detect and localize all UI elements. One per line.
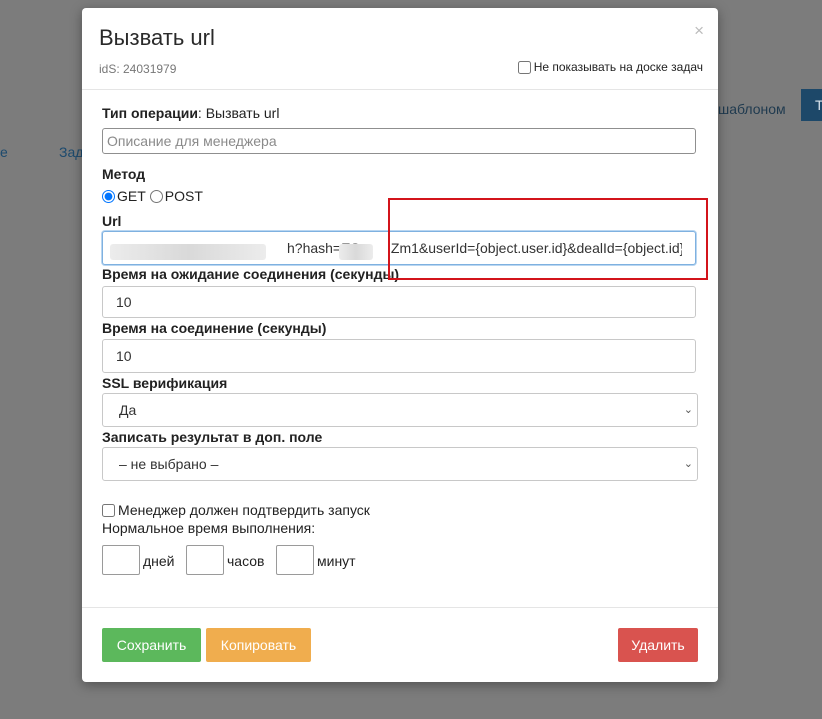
task-id: idS: 24031979 bbox=[99, 62, 177, 76]
modal-title: Вызвать url bbox=[99, 25, 215, 50]
days-input[interactable] bbox=[102, 545, 140, 575]
save-button[interactable]: Сохранить bbox=[102, 628, 201, 662]
write-result-label: Записать результат в доп. поле bbox=[102, 429, 323, 445]
minutes-label: минут bbox=[317, 553, 356, 569]
method-get-option[interactable]: GET bbox=[102, 188, 146, 204]
method-get-radio[interactable] bbox=[102, 189, 115, 203]
url-redacted-part bbox=[110, 244, 266, 260]
background-tab: Зад bbox=[59, 144, 84, 160]
chevron-down-icon: ⌄ bbox=[683, 404, 693, 416]
ssl-verify-label: SSL верификация bbox=[102, 375, 228, 391]
hours-label: часов bbox=[227, 553, 265, 569]
description-input[interactable] bbox=[102, 128, 696, 154]
normal-time-label: Нормальное время выполнения: bbox=[102, 520, 316, 536]
method-radio-group: GET POST bbox=[102, 188, 207, 204]
call-url-modal: Вызвать url idS: 24031979 × Не показыват… bbox=[82, 8, 718, 682]
manager-confirm-option[interactable]: Менеджер должен подтвердить запуск bbox=[102, 502, 370, 518]
footer-divider bbox=[82, 607, 718, 608]
copy-button[interactable]: Копировать bbox=[206, 628, 311, 662]
days-label: дней bbox=[143, 553, 175, 569]
background-link: е bbox=[0, 144, 8, 160]
close-button[interactable]: × bbox=[694, 22, 704, 39]
minutes-input[interactable] bbox=[276, 545, 314, 575]
ssl-verify-select[interactable]: Да ⌄ bbox=[102, 393, 698, 427]
url-redacted-part bbox=[339, 244, 373, 260]
connect-wait-timeout-input[interactable] bbox=[102, 286, 696, 318]
connect-wait-timeout-label: Время на ожидание соединения (секунды) bbox=[102, 266, 400, 282]
hide-from-board-label: Не показывать на доске задач bbox=[533, 60, 703, 74]
hours-input[interactable] bbox=[186, 545, 224, 575]
header-divider bbox=[82, 89, 718, 90]
url-label: Url bbox=[102, 213, 122, 229]
method-post-radio[interactable] bbox=[149, 189, 163, 203]
method-post-option[interactable]: POST bbox=[149, 188, 203, 204]
background-button: Т bbox=[801, 89, 822, 121]
delete-button[interactable]: Удалить bbox=[618, 628, 698, 662]
hide-from-board-checkbox[interactable] bbox=[517, 60, 531, 74]
chevron-down-icon: ⌄ bbox=[683, 458, 693, 470]
hide-from-board-option[interactable]: Не показывать на доске задач bbox=[517, 60, 703, 74]
operation-type-label: Тип операции: Вызвать url bbox=[102, 105, 280, 121]
method-label: Метод bbox=[102, 166, 146, 182]
connect-timeout-input[interactable] bbox=[102, 339, 696, 373]
manager-confirm-checkbox[interactable] bbox=[102, 503, 115, 517]
connect-timeout-label: Время на соединение (секунды) bbox=[102, 320, 327, 336]
write-result-select[interactable]: – не выбрано – ⌄ bbox=[102, 447, 698, 481]
background-template-text: шаблоном bbox=[718, 101, 786, 117]
